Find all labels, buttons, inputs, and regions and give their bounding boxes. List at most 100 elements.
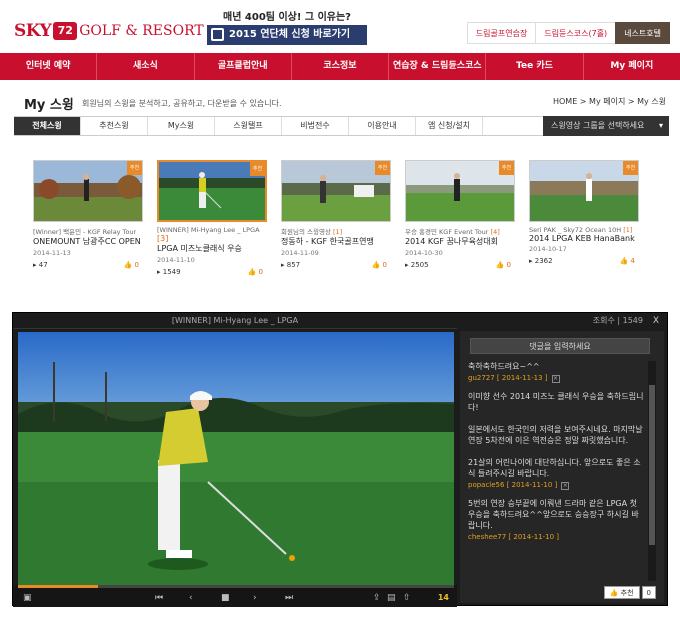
link-dream-dunes-course[interactable]: 드림듄스코스(7홀) [535, 22, 617, 44]
tab-recommended-swing[interactable]: 추천스윙 [81, 117, 148, 135]
nav-golf-club-info[interactable]: 골프클럽안내 [195, 53, 292, 80]
swing-date: 2014-11-13 [33, 249, 71, 257]
golfer-video-icon [18, 332, 454, 588]
logo-text: GOLF & RESORT [79, 23, 204, 39]
swing-subtitle: 회원님의 스윙영상 [1] [281, 228, 343, 236]
list-item: 5번의 연장 승부끝에 이뤄낸 드라마 같은 LPGA 첫 우승을 축하드려요^… [468, 498, 644, 541]
list-item: 이미향 선수 2014 미즈노 클래식 우승을 축하드립니다! 일본에서도 한국… [468, 391, 644, 490]
frame-counter: 14 [437, 593, 449, 602]
top-links: 드림골프연습장 드림듄스코스(7홀) 네스트호텔 [466, 22, 670, 44]
nav-course-info[interactable]: 코스정보 [292, 53, 390, 80]
likes-count: 👍 0 [247, 268, 263, 276]
stop-icon[interactable]: ■ [221, 593, 230, 603]
promo-cta-label: 2015 연단체 신청 바로가기 [229, 29, 351, 40]
link-dream-golf-range[interactable]: 드림골프연습장 [466, 22, 537, 44]
download-icon[interactable]: ▤ [387, 593, 396, 603]
recommended-badge: 추천 [623, 161, 638, 175]
swing-title[interactable]: 2014 LPGA KEB HanaBank [529, 234, 639, 243]
promo-banner[interactable]: 매년 400팀 이상! 그 이유는? 2015 연단체 신청 바로가기 [207, 8, 367, 45]
swing-title[interactable]: 2014 KGF 꿈나무육성대회 [405, 236, 515, 247]
video-title: [WINNER] Mi-Hyang Lee _ LPGA [13, 313, 457, 329]
swing-title[interactable]: LPGA 미즈노클래식 우승 [157, 243, 267, 254]
recommended-badge: 추천 [499, 161, 514, 175]
tab-all-swing[interactable]: 전체스윙 [14, 117, 81, 135]
page-title: My 스윙 [24, 98, 74, 113]
scrollbar-thumb[interactable] [649, 385, 655, 545]
breadcrumb[interactable]: HOME > My 페이지 > My 스윙 [553, 96, 666, 107]
skip-forward-icon[interactable]: ⏭ [285, 593, 293, 603]
recommended-badge: 추천 [127, 161, 142, 175]
comment-input-button[interactable]: 댓글을 입력하세요 [470, 338, 650, 354]
nav-my-page[interactable]: My 페이지 [584, 53, 680, 80]
video-player: [WINNER] Mi-Hyang Lee _ LPGA 조회수 | 1549 … [12, 312, 668, 607]
tab-app-install[interactable]: 앱 신청/설치 [416, 117, 483, 135]
views-count: ▸ 2505 [405, 261, 429, 269]
chevron-down-icon: ▾ [658, 121, 663, 130]
skip-back-icon[interactable]: ⏮ [155, 593, 163, 603]
video-frame[interactable] [18, 332, 454, 588]
list-item: 축하축하드려요~^^ gu2727 [ 2014-11-13 ] × [468, 361, 644, 383]
nav-range-dream-dunes[interactable]: 연습장 & 드림듄스코스 [389, 53, 487, 80]
upload-icon[interactable]: ⇪ [373, 593, 381, 603]
recommended-badge: 추천 [250, 162, 265, 176]
swing-title[interactable]: ONEMOUNT 남광주CC OPEN [33, 236, 143, 247]
likes-count: 👍 0 [123, 261, 139, 269]
like-box: 👍 추천 0 [603, 586, 656, 599]
nav-internet-reservation[interactable]: 인터넷 예약 [0, 53, 98, 80]
tab-swing-help[interactable]: 스윙탤프 [215, 117, 282, 135]
swing-thumbnail-image[interactable]: 추천 [157, 160, 267, 222]
swing-thumbnail-image[interactable]: 추천 [281, 160, 391, 222]
swing-card-selected[interactable]: 추천 [WINNER] Mi-Hyang Lee _ LPGA [3] LPGA… [157, 160, 267, 278]
promo-headline: 매년 400팀 이상! 그 이유는? [223, 12, 351, 23]
close-icon[interactable]: X [653, 316, 659, 326]
swing-stats: ▸ 47 👍 0 [33, 261, 143, 271]
swing-thumbnail-image[interactable]: 추천 [405, 160, 515, 222]
swing-card[interactable]: 추천 회원님의 스윙영상 [1] 정동하 - KGF 한국골프연맹 2014-1… [281, 160, 391, 271]
swing-card[interactable]: 추천 Seri PAK _ Sky72 Ocean 10H [1] 2014 L… [529, 160, 639, 267]
main-nav: 인터넷 예약 새소식 골프클럽안내 코스정보 연습장 & 드림듄스코스 Tee … [0, 53, 680, 80]
swing-tabs: 전체스윙 추천스윙 My스윙 스윙탤프 비법전수 이용안내 앱 신청/설치 스윙… [14, 116, 669, 136]
swing-thumbnail-image[interactable]: 추천 [529, 160, 639, 222]
swing-card[interactable]: 추천 우승 홍경민 KGF Event Tour [4] 2014 KGF 꿈나… [405, 160, 515, 271]
logo-badge: 72 [53, 22, 78, 40]
views-count: ▸ 857 [281, 261, 301, 269]
prev-frame-icon[interactable]: ‹ [189, 593, 193, 603]
comment-body: 축하축하드려요~^^ [468, 362, 540, 371]
like-button[interactable]: 👍 추천 [603, 586, 640, 599]
video-views: 조회수 | 1549 [592, 316, 643, 325]
link-nest-hotel[interactable]: 네스트호텔 [615, 22, 670, 44]
swing-thumbnail-image[interactable]: 추천 [33, 160, 143, 222]
views-count: ▸ 2362 [529, 257, 553, 265]
swing-group-select[interactable]: 스윙영상 그룹을 선택하세요 ▾ [543, 116, 669, 136]
tab-secret-tips[interactable]: 비법전수 [282, 117, 349, 135]
swing-stats: ▸ 2505 👍 0 [405, 261, 515, 271]
share-icon[interactable]: ⇧ [403, 593, 411, 603]
tab-my-swing[interactable]: My스윙 [148, 117, 215, 135]
comment-panel: 댓글을 입력하세요 축하축하드려요~^^ gu2727 [ 2014-11-13… [460, 331, 664, 603]
swing-thumbnails: 추천 [Winner] 백윤민 - KGF Relay Tour ONEMOUN… [33, 160, 673, 290]
delete-icon[interactable]: × [551, 375, 560, 383]
site-header: SKY 72 GOLF & RESORT 매년 400팀 이상! 그 이유는? … [0, 0, 680, 52]
swing-stats: ▸ 1549 👍 0 [157, 268, 267, 278]
like-count: 0 [641, 586, 656, 599]
swing-date: 2014-11-09 [281, 249, 319, 257]
comment-meta: popacle56 [ 2014-11-10 ] × [468, 481, 570, 490]
swing-title[interactable]: 정동하 - KGF 한국골프연맹 [281, 236, 391, 247]
sky72-logo[interactable]: SKY 72 GOLF & RESORT [14, 20, 204, 42]
swing-subtitle: [Winner] 백윤민 - KGF Relay Tour [33, 228, 137, 236]
fullscreen-icon[interactable]: ▣ [23, 593, 32, 603]
nav-news[interactable]: 새소식 [97, 53, 195, 80]
delete-icon[interactable]: × [561, 482, 570, 490]
video-progress[interactable] [18, 585, 454, 588]
likes-count: 👍 0 [371, 261, 387, 269]
tab-usage-guide[interactable]: 이용안내 [349, 117, 416, 135]
swing-stats: ▸ 2362 👍 4 [529, 257, 639, 267]
comment-meta: cheshee77 [ 2014-11-10 ] [468, 533, 560, 541]
logo-sky: SKY [14, 21, 52, 41]
promo-cta[interactable]: 2015 연단체 신청 바로가기 [207, 25, 367, 45]
page-header: My 스윙 회원님의 스윙을 분석하고, 공유하고, 다운받을 수 있습니다. … [0, 88, 680, 116]
next-frame-icon[interactable]: › [253, 593, 257, 603]
comment-scrollbar[interactable] [648, 361, 656, 581]
swing-card[interactable]: 추천 [Winner] 백윤민 - KGF Relay Tour ONEMOUN… [33, 160, 143, 271]
nav-tee-card[interactable]: Tee 카드 [486, 53, 584, 80]
